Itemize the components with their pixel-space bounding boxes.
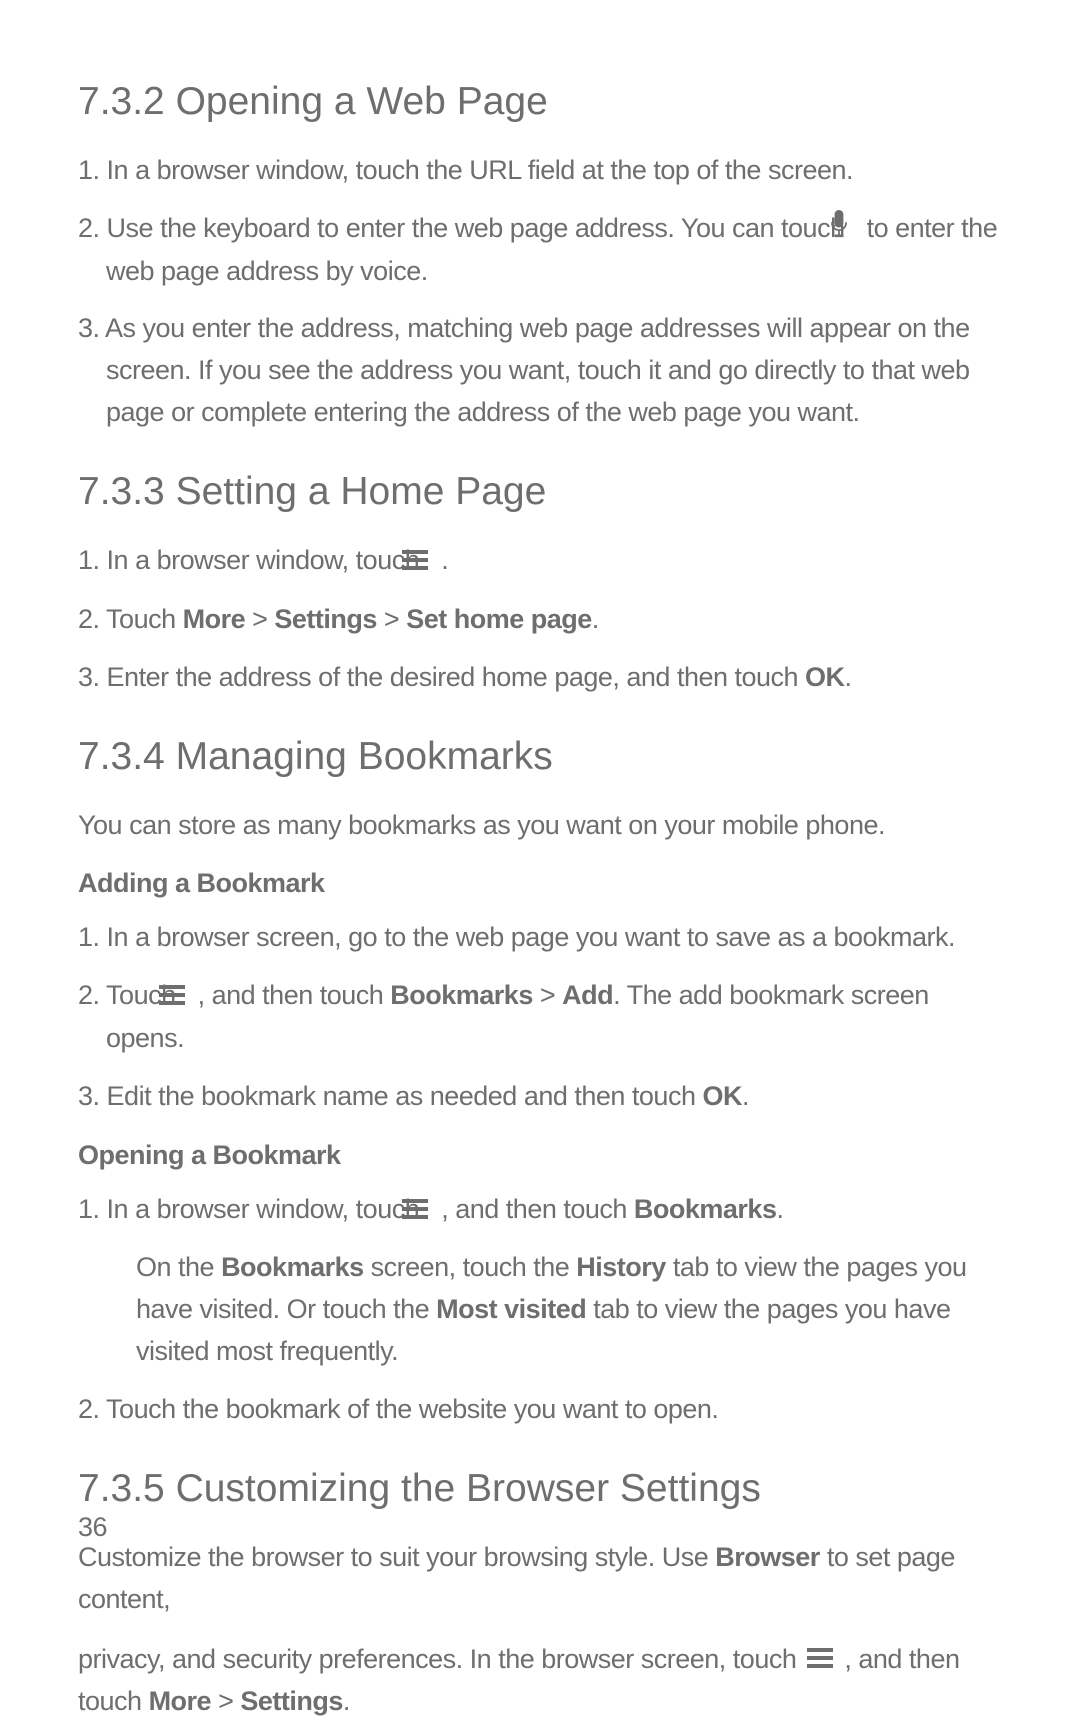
heading-734: 7.3.4 Managing Bookmarks (78, 735, 1002, 779)
list-num: 2. (78, 1394, 100, 1424)
page-number: 36 (78, 1512, 107, 1543)
s732-item-3: 3. As you enter the address, matching we… (78, 308, 1002, 434)
list-num: 2. (78, 604, 100, 634)
list-text: As you enter the address, matching web p… (105, 313, 970, 427)
list-num: 1. (78, 922, 100, 952)
list-text: Touch (106, 604, 183, 634)
s734-sub2-item-2: 2. Touch the bookmark of the website you… (78, 1389, 1002, 1431)
list-num: 1. (78, 155, 100, 185)
list-text: Use the keyboard to enter the web page a… (107, 213, 852, 243)
section-732: 7.3.2 Opening a Web Page 1. In a browser… (78, 80, 1002, 434)
body-text: > (211, 1686, 240, 1716)
list-text: > (377, 604, 406, 634)
list-text: . (742, 1081, 749, 1111)
bold-text: More (183, 604, 246, 634)
s734-sub1-item-1: 1. In a browser screen, go to the web pa… (78, 917, 1002, 959)
s734-intro: You can store as many bookmarks as you w… (78, 805, 1002, 847)
bold-text: Settings (240, 1686, 343, 1716)
s735-p1: Customize the browser to suit your brows… (78, 1537, 1002, 1621)
heading-735: 7.3.5 Customizing the Browser Settings (78, 1467, 1002, 1511)
list-num: 1. (78, 1194, 100, 1224)
bold-text: OK (702, 1081, 742, 1111)
list-text: In a browser window, touch (107, 545, 427, 575)
list-text: , and then touch (198, 980, 391, 1010)
body-text: . (343, 1686, 350, 1716)
s732-item-1: 1. In a browser window, touch the URL fi… (78, 150, 1002, 192)
bold-text: Settings (274, 604, 377, 634)
s735-p2: privacy, and security preferences. In th… (78, 1639, 1002, 1723)
list-text: screen, touch the (364, 1252, 577, 1282)
list-num: 2. (78, 213, 100, 243)
s733-item-2: 2. Touch More > Settings > Set home page… (78, 599, 1002, 641)
list-text: > (245, 604, 274, 634)
list-num: 2. (78, 980, 100, 1010)
body-text: privacy, and security preferences. In th… (78, 1644, 803, 1674)
bold-text: Bookmarks (390, 980, 533, 1010)
list-text: Enter the address of the desired home pa… (107, 662, 806, 692)
list-text: , and then touch (441, 1194, 634, 1224)
section-735: 7.3.5 Customizing the Browser Settings C… (78, 1467, 1002, 1723)
s733-item-1: 1. In a browser window, touch . (78, 540, 1002, 583)
s734-sub1-title: Adding a Bookmark (78, 868, 1002, 899)
menu-icon (807, 1639, 833, 1681)
list-text: Edit the bookmark name as needed and the… (107, 1081, 703, 1111)
list-num: 3. (78, 662, 100, 692)
bold-text: Browser (715, 1542, 820, 1572)
list-text: > (533, 980, 562, 1010)
s732-item-2: 2. Use the keyboard to enter the web pag… (78, 208, 1002, 293)
bold-text: Bookmarks (634, 1194, 777, 1224)
document-page: 7.3.2 Opening a Web Page 1. In a browser… (0, 0, 1080, 1723)
bold-text: Most visited (436, 1294, 586, 1324)
bold-text: Bookmarks (221, 1252, 364, 1282)
section-733: 7.3.3 Setting a Home Page 1. In a browse… (78, 470, 1002, 698)
list-num: 3. (78, 1081, 100, 1111)
list-num: 1. (78, 545, 100, 575)
s734-sub1-item-3: 3. Edit the bookmark name as needed and … (78, 1076, 1002, 1118)
bold-text: Set home page (406, 604, 592, 634)
s734-sub2-title: Opening a Bookmark (78, 1140, 1002, 1171)
bold-text: OK (805, 662, 845, 692)
section-734: 7.3.4 Managing Bookmarks You can store a… (78, 735, 1002, 1431)
bold-text: More (149, 1686, 212, 1716)
list-text: On the (136, 1252, 221, 1282)
bold-text: Add (562, 980, 613, 1010)
s733-item-3: 3. Enter the address of the desired home… (78, 657, 1002, 699)
s734-sub2-item-1: 1. In a browser window, touch , and then… (78, 1189, 1002, 1232)
list-text: In a browser screen, go to the web page … (107, 922, 956, 952)
list-text: Touch the bookmark of the website you wa… (106, 1394, 718, 1424)
heading-732: 7.3.2 Opening a Web Page (78, 80, 1002, 124)
list-text: . (441, 545, 448, 575)
list-text: . (592, 604, 599, 634)
list-text: . (776, 1194, 783, 1224)
heading-733: 7.3.3 Setting a Home Page (78, 470, 1002, 514)
list-num: 3. (78, 313, 100, 343)
body-text: Customize the browser to suit your brows… (78, 1542, 715, 1572)
list-text: In a browser window, touch (107, 1194, 427, 1224)
s734-sub2-subpara: On the Bookmarks screen, touch the Histo… (78, 1247, 1002, 1373)
s734-sub1-item-2: 2. Touch , and then touch Bookmarks > Ad… (78, 975, 1002, 1060)
bold-text: History (576, 1252, 666, 1282)
list-text: . (845, 662, 852, 692)
list-text: In a browser window, touch the URL field… (107, 155, 853, 185)
